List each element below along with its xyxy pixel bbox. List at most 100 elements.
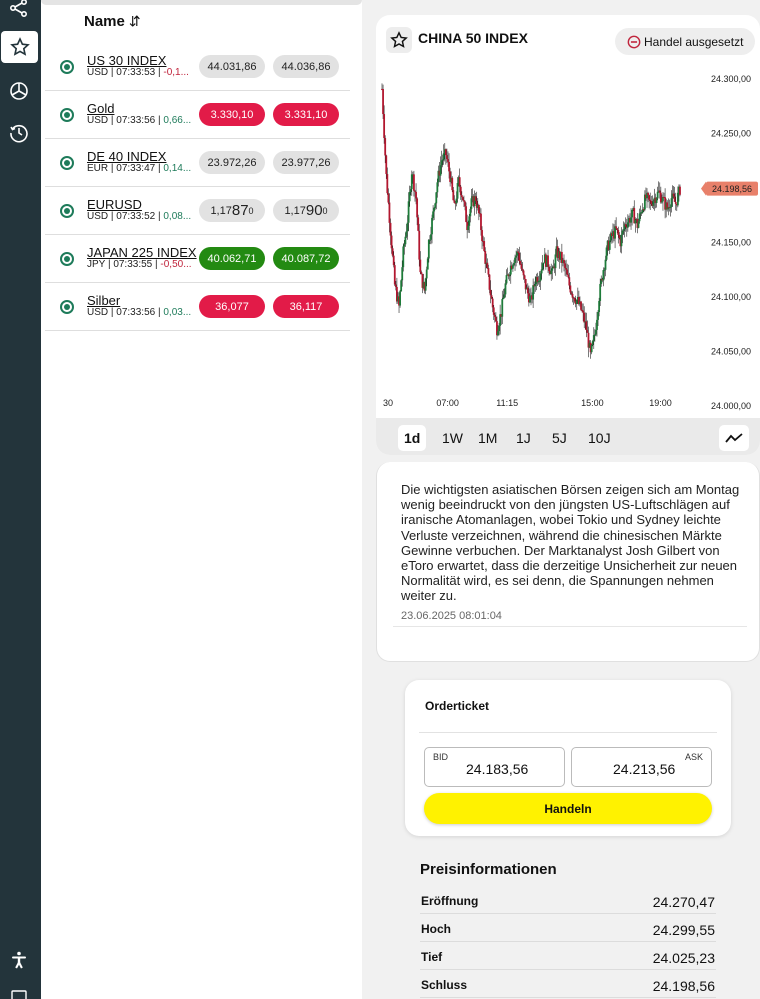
pie-chart-icon[interactable]: [0, 75, 38, 107]
candle: [410, 174, 413, 190]
candle: [565, 267, 568, 270]
price-info-row: Tief 24.025,23: [420, 942, 716, 970]
timeframe-5J[interactable]: 5J: [546, 425, 573, 451]
sort-icon[interactable]: ⇵: [129, 13, 141, 30]
ask-price-button[interactable]: 36,117: [273, 295, 339, 318]
bid-price-button[interactable]: 3.330,10: [199, 103, 265, 126]
candle: [513, 262, 515, 266]
chart-card: CHINA 50 INDEX Handel ausgesetzt 24.300,…: [376, 15, 760, 455]
star-icon[interactable]: [1, 31, 38, 63]
candle: [656, 191, 659, 199]
accessibility-icon[interactable]: [0, 944, 38, 976]
candle: [661, 201, 663, 203]
price-info-row: Eröffnung 24.270,47: [420, 886, 716, 914]
candle: [617, 229, 620, 236]
history-icon[interactable]: [0, 117, 38, 149]
instrument-name[interactable]: EURUSD: [87, 197, 142, 212]
watchlist-row[interactable]: DE 40 INDEX EUR | 07:33:47 | 0,14... 23.97…: [45, 139, 350, 187]
share-icon[interactable]: [0, 0, 38, 24]
candle: [647, 192, 649, 196]
candle: [615, 226, 618, 229]
candle: [503, 294, 506, 298]
candle: [624, 224, 627, 227]
candle: [638, 213, 641, 222]
bid-price-button[interactable]: 44.031,86: [199, 55, 265, 78]
candle: [444, 149, 447, 156]
bid-price-button[interactable]: 40.062,71: [199, 247, 265, 270]
news-text: Die wichtigsten asiatischen Börsen zeige…: [401, 482, 740, 604]
price-info-label: Hoch: [421, 922, 451, 936]
instrument-name[interactable]: Silber: [87, 293, 120, 308]
line-chart-icon[interactable]: [719, 425, 749, 451]
bid-price-button[interactable]: 1,17 87 0: [199, 199, 265, 222]
candle: [621, 230, 624, 235]
candle: [648, 195, 651, 200]
candle: [470, 198, 473, 209]
name-column-header[interactable]: Name ⇵: [84, 13, 141, 30]
bid-price-box[interactable]: BID 24.183,56: [424, 747, 565, 787]
trading-status-label: Handel ausgesetzt: [644, 34, 744, 49]
candle: [599, 283, 602, 301]
candle: [590, 345, 593, 353]
ask-price-button[interactable]: 44.036,86: [273, 55, 339, 78]
bid-price-button[interactable]: 23.972,26: [199, 151, 265, 174]
ask-price-button[interactable]: 3.331,10: [273, 103, 339, 126]
candle: [458, 177, 461, 187]
candle: [418, 230, 421, 260]
candle: [455, 198, 458, 204]
candle: [676, 192, 679, 206]
candle: [679, 186, 681, 195]
candle: [415, 191, 417, 199]
trade-button[interactable]: Handeln: [424, 793, 712, 824]
ask-price-button[interactable]: 40.087,72: [273, 247, 339, 270]
timeframe-1M[interactable]: 1M: [472, 425, 503, 451]
candle: [404, 236, 407, 245]
instrument-name[interactable]: DE 40 INDEX: [87, 149, 166, 164]
candle: [388, 202, 391, 223]
candle: [640, 212, 643, 214]
watchlist-row[interactable]: Gold USD | 07:33:56 | 0,66... 3.330,10 3.33…: [45, 91, 350, 139]
price-chart[interactable]: 24.300,0024.250,0024.200,0024.150,0024.1…: [376, 65, 760, 415]
divider: [419, 732, 717, 733]
candle: [515, 255, 517, 258]
candle: [383, 114, 386, 139]
candle: [469, 208, 472, 217]
watchlist-row[interactable]: Silber USD | 07:33:56 | 0,03... 36,077 36,1…: [45, 283, 350, 331]
bid-price-button[interactable]: 36,077: [199, 295, 265, 318]
candle: [580, 301, 582, 310]
favorite-star-icon[interactable]: [386, 27, 412, 53]
change-percent: -0,50...: [160, 259, 192, 270]
watchlist-row[interactable]: US 30 INDEX USD | 07:33:53 | -0,1... 44.03…: [45, 43, 350, 91]
candle: [453, 200, 456, 203]
candle: [484, 250, 487, 264]
price-part: 0: [248, 205, 254, 216]
watchlist-row[interactable]: JAPAN 225 INDEX JPY | 07:33:55 | -0,50...…: [45, 235, 350, 283]
watchlist-panel: Name ⇵ US 30 INDEX USD | 07:33:53 | -0,1.…: [41, 0, 362, 999]
ask-price-button[interactable]: 1,17 90 0: [273, 199, 339, 222]
candle: [382, 89, 384, 115]
watchlist-row[interactable]: EURUSD USD | 07:33:52 | 0,08... 1,17 87 0 1,1…: [45, 187, 350, 235]
candle: [409, 189, 412, 192]
news-card: Die wichtigsten asiatischen Börsen zeige…: [376, 462, 760, 662]
timeframe-10J[interactable]: 10J: [582, 425, 617, 451]
candle: [604, 259, 607, 270]
menu-icon[interactable]: [0, 988, 38, 999]
candle: [508, 274, 511, 277]
timeframe-1J[interactable]: 1J: [510, 425, 537, 451]
price-info-value: 24.270,47: [652, 894, 715, 910]
instrument-name[interactable]: JAPAN 225 INDEX: [87, 245, 197, 260]
timeframe-1W[interactable]: 1W: [436, 425, 469, 451]
instrument-name[interactable]: Gold: [87, 101, 114, 116]
timeframe-1d[interactable]: 1d: [398, 425, 427, 451]
candle: [517, 251, 520, 253]
instrument-name[interactable]: US 30 INDEX: [87, 53, 166, 68]
price-part: 1,17: [284, 204, 306, 217]
ask-price-box[interactable]: ASK 24.213,56: [571, 747, 712, 787]
candle: [487, 268, 490, 275]
candle: [595, 329, 597, 335]
candle: [488, 274, 491, 290]
ask-price-button[interactable]: 23.977,26: [273, 151, 339, 174]
candle: [518, 252, 521, 262]
sidebar: [0, 0, 41, 999]
candle: [622, 229, 625, 231]
